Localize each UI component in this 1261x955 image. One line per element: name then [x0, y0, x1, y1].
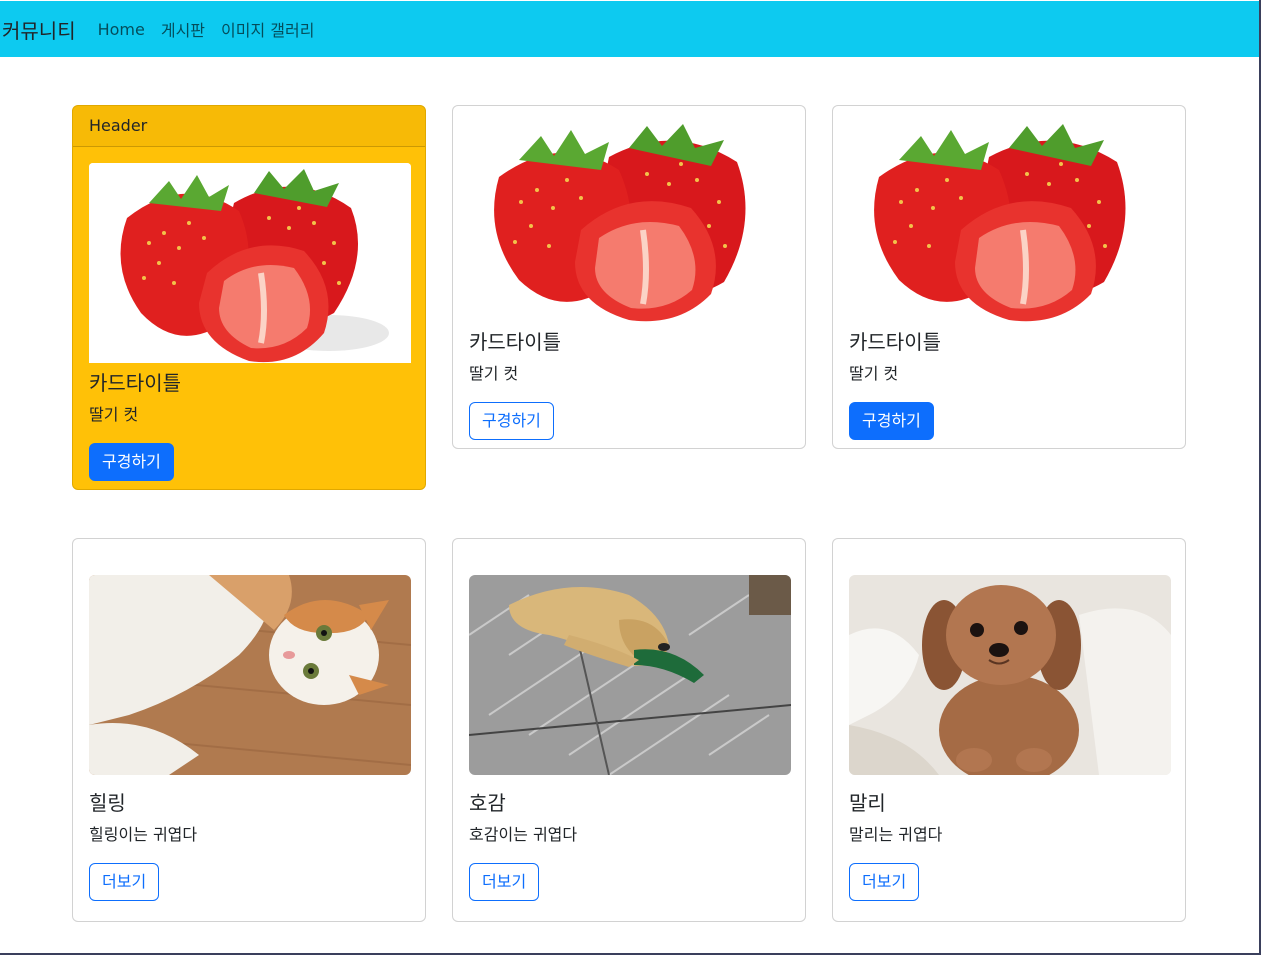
card-body: 카드타이틀 딸기 컷 구경하기: [453, 106, 805, 448]
strawberry-image: [469, 122, 791, 322]
navbar-brand[interactable]: 커뮤니티: [2, 15, 76, 44]
card-text: 말리는 귀엽다: [849, 825, 943, 844]
more-button[interactable]: 더보기: [849, 863, 920, 901]
card-body: 힐링 힐링이는 귀엽다 더보기: [73, 539, 425, 917]
card-title: 힐링: [89, 791, 126, 815]
card-title: 카드타이틀: [849, 330, 941, 354]
cat-photo: [89, 575, 411, 775]
strawberry-image: [849, 122, 1171, 322]
card-body: 호감 호감이는 귀엽다 더보기: [453, 539, 805, 917]
card-header: Header: [73, 106, 425, 147]
nav-link-gallery[interactable]: 이미지 갤러리: [221, 17, 314, 41]
view-button[interactable]: 구경하기: [89, 443, 174, 481]
more-button[interactable]: 더보기: [89, 863, 160, 901]
card-title: 말리: [849, 791, 886, 815]
pet-card-healing: 힐링 힐링이는 귀엽다 더보기: [72, 538, 426, 922]
card-body: 말리 말리는 귀엽다 더보기: [833, 539, 1185, 917]
card-body: 카드타이틀 딸기 컷 구경하기: [833, 106, 1185, 448]
card-text: 호감이는 귀엽다: [469, 825, 578, 844]
nav-link-board[interactable]: 게시판: [161, 17, 205, 41]
view-button[interactable]: 구경하기: [849, 402, 934, 440]
card-text: 딸기 컷: [469, 364, 519, 383]
card-body: 카드타이틀 딸기 컷 구경하기: [73, 147, 425, 489]
pet-card-hogam: 호감 호감이는 귀엽다 더보기: [452, 538, 806, 922]
card-title: 카드타이틀: [469, 330, 561, 354]
nav-link-home[interactable]: Home: [98, 20, 145, 39]
strawberry-card: 카드타이틀 딸기 컷 구경하기: [452, 105, 806, 449]
strawberry-card-featured: Header 카드타이틀 딸기 컷 구경하기: [72, 105, 426, 490]
strawberry-image: [89, 163, 411, 363]
view-button[interactable]: 구경하기: [469, 402, 554, 440]
dog-photo-hogam: [469, 575, 791, 775]
navbar: 커뮤니티 Home 게시판 이미지 갤러리: [0, 1, 1259, 57]
card-text: 힐링이는 귀엽다: [89, 825, 198, 844]
strawberry-card: 카드타이틀 딸기 컷 구경하기: [832, 105, 1186, 449]
card-text: 딸기 컷: [849, 364, 899, 383]
card-title: 카드타이틀: [89, 371, 181, 395]
dog-photo-malli: [849, 575, 1171, 775]
card-title: 호감: [469, 791, 506, 815]
pet-card-malli: 말리 말리는 귀엽다 더보기: [832, 538, 1186, 922]
more-button[interactable]: 더보기: [469, 863, 540, 901]
card-text: 딸기 컷: [89, 405, 139, 424]
